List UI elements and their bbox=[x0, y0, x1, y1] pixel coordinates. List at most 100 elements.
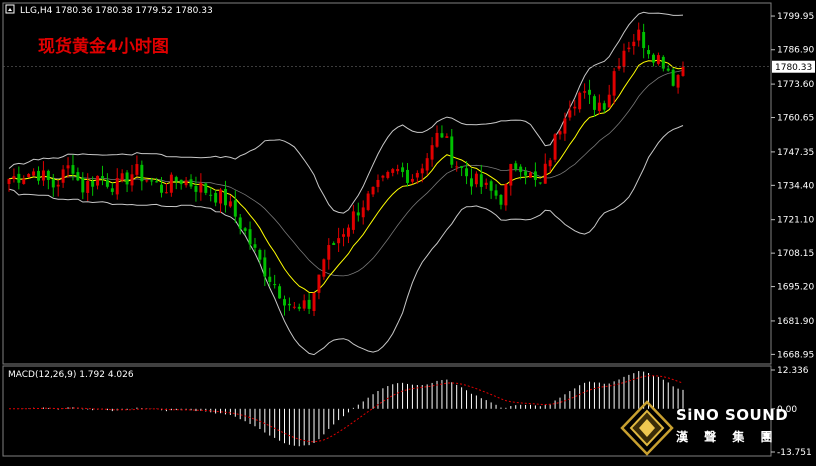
candle-body bbox=[533, 171, 537, 180]
macd-histogram-group bbox=[13, 371, 684, 447]
candle-body bbox=[100, 176, 104, 179]
price-tick-label: 1721.10 bbox=[777, 216, 814, 226]
macd-signal-line bbox=[8, 375, 684, 443]
candle-body bbox=[120, 173, 124, 181]
candle-body bbox=[484, 182, 488, 185]
candle-body bbox=[287, 303, 291, 306]
brand-chinese: 漢 聲 集 團 bbox=[676, 430, 779, 444]
candle-body bbox=[612, 71, 616, 96]
candle-body bbox=[479, 174, 483, 187]
candle-body bbox=[401, 167, 405, 172]
candle-body bbox=[105, 180, 109, 187]
candle-body bbox=[676, 75, 680, 88]
candle-body bbox=[474, 173, 478, 185]
candle-body bbox=[283, 299, 286, 306]
candle-body bbox=[558, 131, 562, 135]
candle-body bbox=[268, 276, 272, 282]
candle-body bbox=[568, 110, 572, 118]
candle-body bbox=[514, 163, 518, 169]
candle-body bbox=[381, 175, 385, 178]
price-tick-label: 1786.90 bbox=[777, 46, 814, 56]
candle-body bbox=[494, 190, 498, 196]
candle-body bbox=[248, 229, 252, 245]
candle-body bbox=[425, 158, 429, 171]
candle-body bbox=[469, 178, 473, 187]
candle-body bbox=[573, 106, 577, 109]
price-tick-label: 1747.35 bbox=[777, 148, 814, 158]
candle-body bbox=[583, 91, 587, 93]
macd-tick-label: 12.336 bbox=[777, 366, 809, 376]
macd-label: MACD(12,26,9) 1.792 4.026 bbox=[8, 370, 134, 380]
candle-body bbox=[258, 249, 262, 260]
price-tick-label: 1799.95 bbox=[777, 12, 814, 22]
candle-body bbox=[351, 211, 355, 230]
candle-body bbox=[238, 217, 242, 229]
candle-body bbox=[145, 180, 149, 182]
candle-body bbox=[7, 178, 11, 184]
candle-body bbox=[376, 179, 380, 187]
candle-body bbox=[164, 192, 168, 194]
candle-body bbox=[548, 160, 552, 167]
candle-body bbox=[386, 172, 390, 178]
candle-body bbox=[125, 172, 129, 185]
candle-body bbox=[622, 50, 626, 67]
candle-body bbox=[356, 212, 360, 216]
candle-body bbox=[597, 102, 601, 111]
candle-body bbox=[115, 178, 119, 195]
candle-body bbox=[150, 180, 154, 182]
candle-body bbox=[17, 173, 21, 183]
candle-body bbox=[602, 103, 606, 110]
candle-body bbox=[140, 164, 144, 182]
candle-body bbox=[27, 173, 31, 178]
candle-body bbox=[617, 65, 621, 69]
candle-body bbox=[273, 284, 277, 286]
candle-body bbox=[406, 169, 409, 183]
candle-body bbox=[214, 192, 218, 203]
candle-body bbox=[578, 92, 582, 110]
price-tick-label: 1760.65 bbox=[777, 114, 814, 124]
candle-body bbox=[184, 180, 188, 186]
price-tick-label: 1708.15 bbox=[777, 249, 814, 259]
candle-body bbox=[81, 177, 85, 193]
candle-body bbox=[174, 177, 178, 182]
candle-body bbox=[135, 164, 139, 175]
candle-body bbox=[337, 238, 341, 244]
bollinger-lower-line bbox=[8, 125, 684, 356]
candle-body bbox=[37, 170, 40, 181]
candle-body bbox=[332, 243, 336, 245]
candle-body bbox=[209, 194, 213, 196]
candle-body bbox=[430, 145, 434, 160]
candle-body bbox=[410, 178, 414, 182]
candle-body bbox=[219, 189, 223, 204]
moving-average-line bbox=[8, 59, 684, 294]
candle-body bbox=[41, 170, 45, 181]
price-tick-label: 1695.20 bbox=[777, 283, 814, 293]
candle-body bbox=[489, 181, 493, 191]
candle-body bbox=[588, 89, 592, 95]
candle-body bbox=[440, 133, 444, 138]
candle-body bbox=[504, 184, 508, 206]
candle-body bbox=[71, 165, 75, 174]
candle-body bbox=[396, 168, 400, 172]
candle-body bbox=[592, 96, 596, 110]
candle-body bbox=[361, 207, 365, 218]
candle-body bbox=[22, 179, 26, 184]
candle-body bbox=[96, 175, 100, 186]
chart-title-cn: 现货黄金4小时图 bbox=[38, 36, 169, 57]
candle-body bbox=[228, 201, 232, 207]
price-tick-label: 1668.95 bbox=[777, 350, 814, 360]
candle-body bbox=[637, 29, 641, 41]
candle-body bbox=[110, 188, 114, 192]
candle-body bbox=[56, 184, 60, 187]
candle-body bbox=[91, 180, 95, 187]
candle-body bbox=[553, 134, 557, 160]
chart-svg: 1799.95 1786.90 1773.60 1760.65 1747.35 1734.… bbox=[2, 2, 815, 458]
candle-body bbox=[681, 66, 685, 76]
candle-body bbox=[371, 186, 375, 195]
candle-body bbox=[204, 183, 208, 193]
candle-body bbox=[524, 171, 528, 176]
brand-logo: SiNO SOUND 漢 聲 集 團 bbox=[620, 398, 810, 458]
candle-body bbox=[607, 94, 611, 108]
candle-body bbox=[342, 234, 346, 237]
candle-body bbox=[253, 244, 257, 248]
